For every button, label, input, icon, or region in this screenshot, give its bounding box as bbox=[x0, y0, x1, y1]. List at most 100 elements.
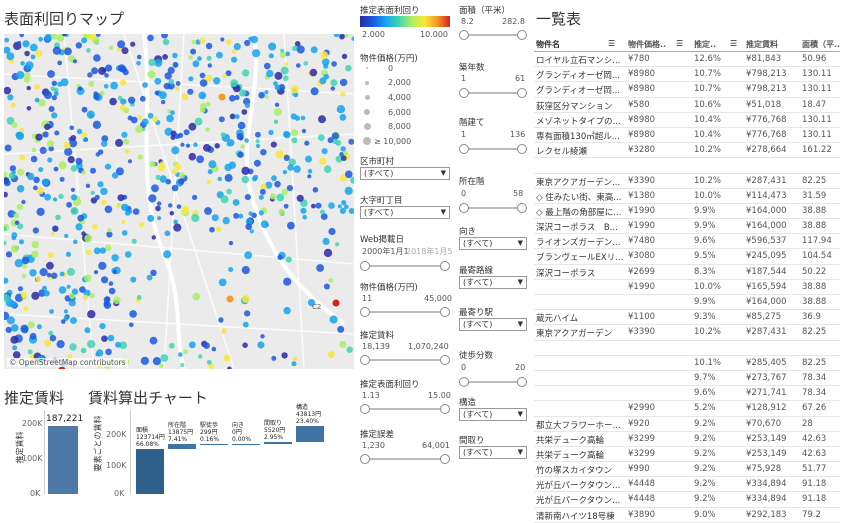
property-dot[interactable] bbox=[127, 209, 133, 214]
property-dot[interactable] bbox=[75, 157, 83, 165]
property-dot[interactable] bbox=[113, 296, 121, 305]
property-dot[interactable] bbox=[4, 37, 10, 43]
property-dot[interactable] bbox=[10, 244, 19, 253]
property-dot[interactable] bbox=[277, 254, 283, 261]
property-dot[interactable] bbox=[231, 56, 238, 63]
property-dot[interactable] bbox=[26, 106, 32, 111]
property-dot[interactable] bbox=[52, 197, 58, 202]
property-dot[interactable] bbox=[124, 149, 130, 154]
property-dot[interactable] bbox=[322, 58, 330, 66]
property-dot[interactable] bbox=[172, 52, 178, 59]
property-dot[interactable] bbox=[41, 178, 50, 186]
property-dot[interactable] bbox=[46, 272, 52, 278]
property-dot[interactable] bbox=[304, 140, 310, 146]
property-dot[interactable] bbox=[164, 230, 171, 237]
property-dot[interactable] bbox=[151, 235, 156, 240]
property-dot[interactable] bbox=[36, 207, 45, 216]
slider-handle-min[interactable] bbox=[459, 30, 469, 40]
property-dot[interactable] bbox=[91, 67, 99, 75]
property-dot[interactable] bbox=[193, 142, 198, 147]
property-dot[interactable] bbox=[17, 168, 25, 176]
property-dot[interactable] bbox=[266, 69, 274, 78]
property-dot[interactable] bbox=[13, 212, 20, 219]
property-dot[interactable] bbox=[220, 195, 229, 204]
property-dot[interactable] bbox=[253, 159, 261, 167]
property-dot[interactable] bbox=[241, 109, 248, 115]
property-dot[interactable] bbox=[139, 95, 146, 102]
property-dot[interactable] bbox=[166, 114, 174, 123]
table-row[interactable]: 9.6% ¥271,741 78.34 bbox=[534, 386, 840, 402]
property-dot[interactable] bbox=[93, 54, 101, 62]
property-dot[interactable] bbox=[339, 152, 344, 157]
table-row[interactable]: 東京アクアガーデン... ¥3390 10.2% ¥287,431 82.25 bbox=[534, 174, 840, 189]
calc-bar-4[interactable] bbox=[264, 441, 292, 444]
property-dot[interactable] bbox=[100, 187, 108, 196]
property-dot[interactable] bbox=[224, 163, 232, 172]
property-dot[interactable] bbox=[115, 341, 122, 348]
property-dot[interactable] bbox=[79, 286, 86, 293]
property-dot[interactable] bbox=[104, 205, 113, 214]
slider-handle-max[interactable] bbox=[517, 30, 527, 40]
property-dot[interactable] bbox=[84, 327, 91, 334]
slider-handle-min[interactable] bbox=[360, 355, 370, 365]
property-dot[interactable] bbox=[61, 319, 66, 324]
property-dot[interactable] bbox=[241, 175, 250, 184]
property-dot[interactable] bbox=[53, 225, 58, 231]
property-dot[interactable] bbox=[103, 300, 110, 307]
property-dot[interactable] bbox=[216, 51, 223, 59]
property-dot[interactable] bbox=[181, 93, 189, 101]
property-dot[interactable] bbox=[64, 47, 72, 56]
property-dot[interactable] bbox=[32, 227, 39, 234]
property-dot[interactable] bbox=[192, 194, 198, 200]
property-dot[interactable] bbox=[104, 73, 109, 78]
calc-bar-0[interactable] bbox=[136, 448, 164, 494]
property-dot[interactable] bbox=[107, 334, 115, 342]
col-header-area[interactable]: 面積（平... bbox=[802, 39, 840, 50]
property-dot[interactable] bbox=[312, 187, 319, 193]
property-dot[interactable] bbox=[19, 34, 24, 38]
property-dot[interactable] bbox=[107, 228, 112, 233]
property-dot[interactable] bbox=[70, 207, 79, 216]
property-dot[interactable] bbox=[176, 204, 182, 209]
property-dot[interactable] bbox=[92, 120, 102, 129]
table-row[interactable]: 9.9% ¥164,000 38.88 bbox=[534, 295, 840, 311]
property-dot[interactable] bbox=[151, 184, 159, 193]
property-dot[interactable] bbox=[191, 39, 197, 45]
property-dot[interactable] bbox=[159, 161, 164, 166]
property-dot[interactable] bbox=[218, 116, 225, 123]
property-dot[interactable] bbox=[340, 91, 346, 97]
property-dot[interactable] bbox=[46, 140, 55, 148]
table-row[interactable]: グランディオーゼ岡... ¥8980 10.7% ¥798,213 130.11 bbox=[534, 82, 840, 98]
property-dot[interactable] bbox=[222, 73, 227, 78]
property-dot[interactable] bbox=[27, 349, 33, 355]
property-dot[interactable] bbox=[17, 223, 24, 230]
property-dot[interactable] bbox=[301, 128, 307, 134]
property-dot[interactable] bbox=[55, 214, 61, 221]
property-dot[interactable] bbox=[337, 325, 345, 333]
property-dot[interactable] bbox=[149, 160, 156, 168]
property-dot[interactable] bbox=[137, 114, 143, 121]
property-dot[interactable] bbox=[286, 185, 293, 192]
table-row[interactable]: ブランヴェールEXリ... ¥3080 9.5% ¥245,095 104.54 bbox=[534, 249, 840, 265]
property-dot[interactable] bbox=[172, 61, 179, 68]
property-dot[interactable] bbox=[115, 204, 120, 209]
property-dot[interactable] bbox=[188, 341, 196, 349]
property-dot[interactable] bbox=[67, 156, 75, 164]
slider-handle-min[interactable] bbox=[459, 377, 469, 387]
price-slider[interactable] bbox=[360, 306, 450, 318]
property-dot[interactable] bbox=[242, 69, 250, 77]
property-dot[interactable] bbox=[64, 233, 69, 238]
property-dot[interactable] bbox=[101, 335, 108, 343]
property-dot[interactable] bbox=[244, 251, 253, 260]
property-dot[interactable] bbox=[56, 340, 65, 349]
property-dot[interactable] bbox=[16, 184, 25, 193]
table-row[interactable]: ライオンズガーデン... ¥7480 9.6% ¥596,537 117.94 bbox=[534, 234, 840, 250]
property-dot[interactable] bbox=[4, 179, 11, 187]
sort-icon[interactable]: ☰ bbox=[676, 39, 683, 48]
property-dot[interactable] bbox=[111, 172, 119, 179]
yield-slider[interactable] bbox=[360, 403, 450, 415]
property-dot[interactable] bbox=[87, 310, 96, 319]
property-dot[interactable] bbox=[27, 172, 35, 181]
property-dot[interactable] bbox=[77, 214, 85, 222]
property-dot[interactable] bbox=[315, 202, 322, 209]
